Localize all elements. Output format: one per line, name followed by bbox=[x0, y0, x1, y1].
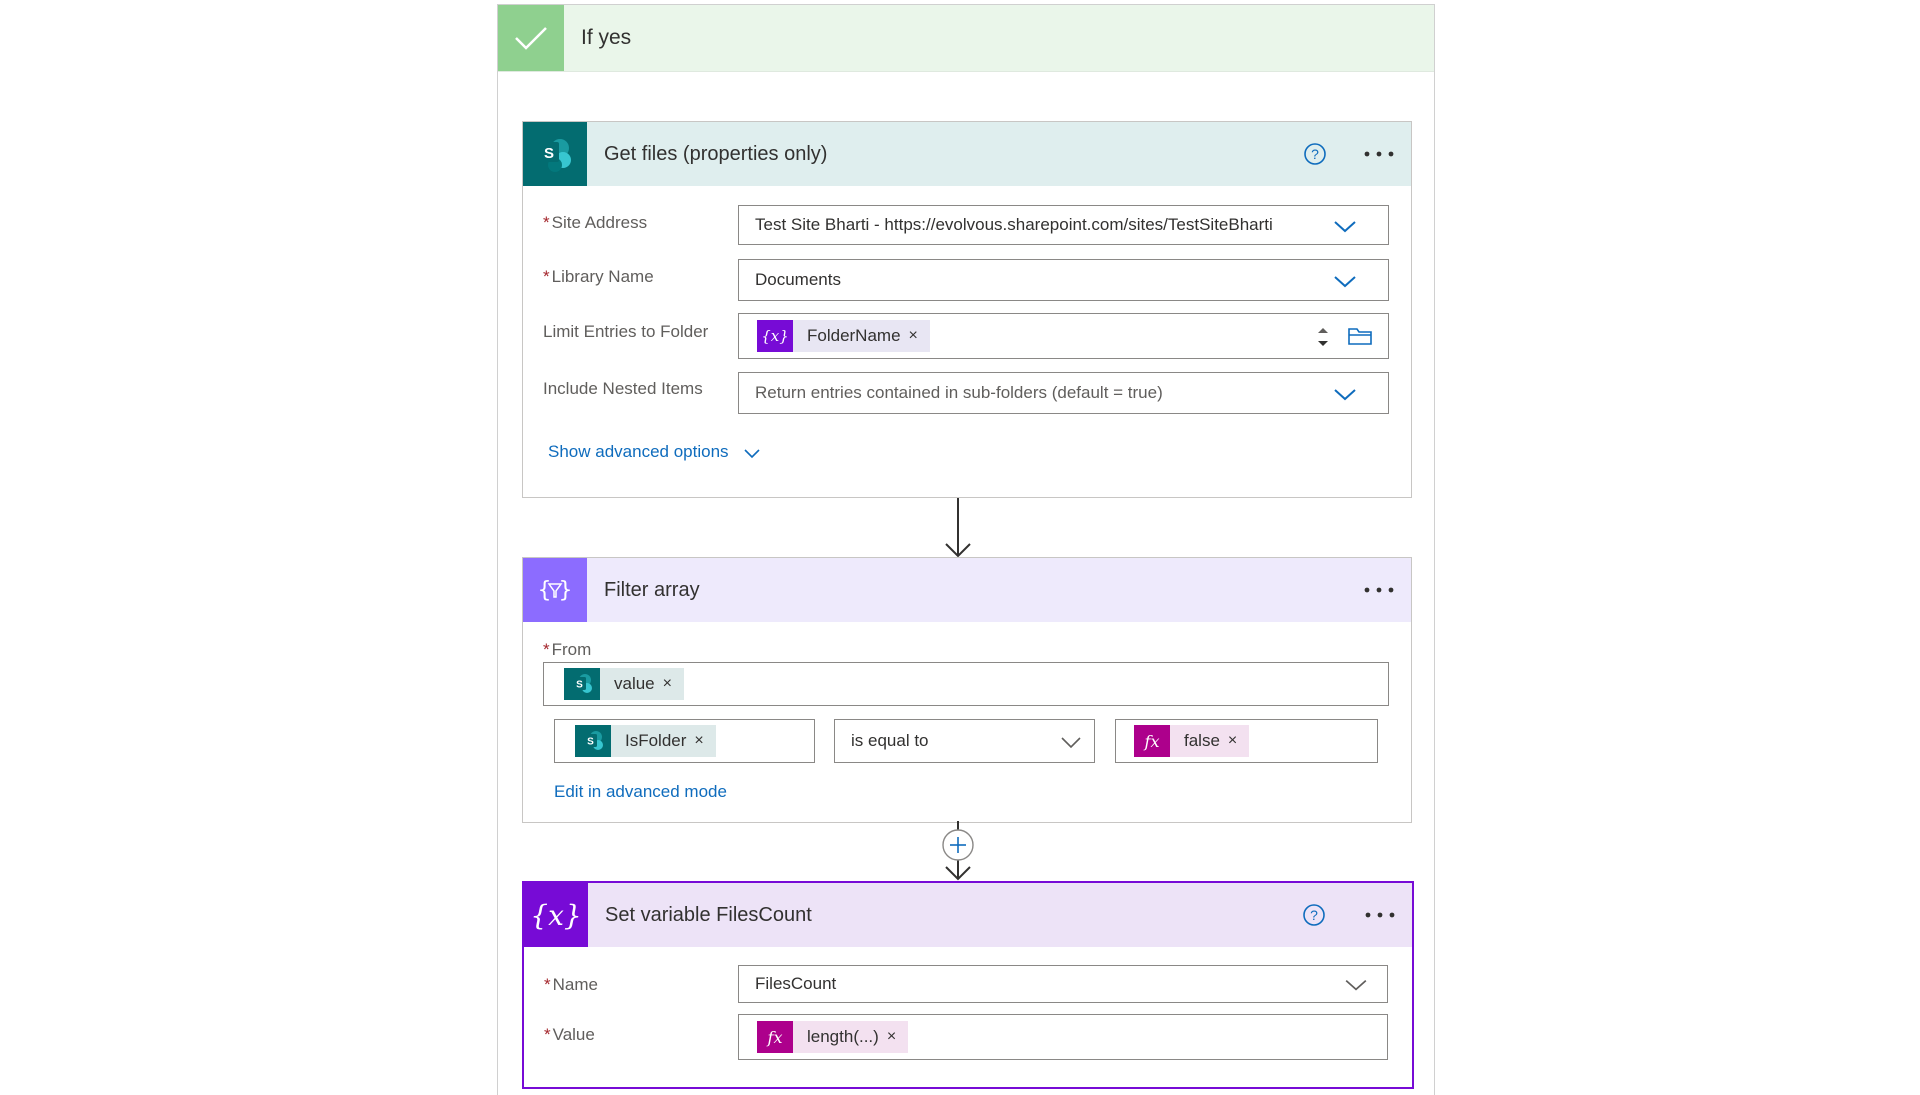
spin-buttons[interactable] bbox=[1314, 322, 1332, 352]
svg-text:{x}: {x} bbox=[532, 899, 580, 932]
variable-name-dropdown[interactable]: FilesCount bbox=[738, 965, 1388, 1003]
nested-items-label: Include Nested Items bbox=[543, 379, 703, 398]
filter-array-header[interactable]: { } Filter array bbox=[523, 558, 1411, 622]
nested-items-dropdown[interactable]: Return entries contained in sub-folders … bbox=[738, 372, 1389, 414]
chevron-down-icon[interactable] bbox=[1344, 975, 1368, 995]
svg-text:?: ? bbox=[1311, 146, 1319, 162]
remove-token-button[interactable]: × bbox=[909, 327, 930, 345]
branch-header[interactable]: If yes bbox=[498, 5, 1434, 72]
chevron-down-icon[interactable] bbox=[1059, 732, 1083, 752]
chevron-down-icon[interactable] bbox=[1333, 271, 1357, 291]
library-name-label: * Library Name bbox=[543, 267, 654, 286]
set-variable-title: Set variable FilesCount bbox=[605, 904, 812, 926]
nested-items-value: Return entries contained in sub-folders … bbox=[755, 383, 1163, 402]
foldername-token[interactable]: {x} FolderName × bbox=[757, 320, 930, 352]
condition-operator-value: is equal to bbox=[851, 731, 929, 750]
variable-name-value: FilesCount bbox=[755, 974, 837, 993]
more-icon bbox=[1365, 912, 1395, 918]
chevron-down-icon[interactable] bbox=[1333, 216, 1357, 236]
more-icon bbox=[1364, 151, 1394, 157]
sharepoint-icon: S bbox=[523, 122, 587, 186]
library-name-dropdown[interactable]: Documents bbox=[738, 259, 1389, 301]
help-icon[interactable]: ? bbox=[1303, 142, 1327, 166]
svg-text:{x}: {x} bbox=[761, 327, 789, 345]
limit-folder-label: Limit Entries to Folder bbox=[543, 322, 709, 341]
get-files-card: S Get files (properties only) ? * Site Ad… bbox=[522, 121, 1412, 498]
filter-array-title: Filter array bbox=[604, 579, 700, 601]
svg-text:S: S bbox=[587, 737, 594, 748]
help-icon[interactable]: ? bbox=[1302, 903, 1326, 927]
false-token[interactable]: fx false × bbox=[1134, 725, 1250, 757]
svg-text:?: ? bbox=[1310, 907, 1318, 923]
arrow-down-icon bbox=[945, 498, 971, 558]
sharepoint-icon: S bbox=[575, 725, 611, 757]
set-variable-header[interactable]: {x} Set variable FilesCount ? bbox=[524, 883, 1412, 947]
edit-advanced-mode-link[interactable]: Edit in advanced mode bbox=[554, 782, 727, 802]
variable-icon: {x} bbox=[757, 320, 793, 352]
condition-left-input[interactable]: S IsFolder × bbox=[554, 719, 815, 763]
site-address-value: Test Site Bharti - https://evolvous.shar… bbox=[755, 215, 1273, 234]
variable-value-input[interactable]: fx length(...) × bbox=[738, 1014, 1388, 1060]
folder-icon[interactable] bbox=[1347, 325, 1373, 347]
show-advanced-options-link[interactable]: Show advanced options bbox=[548, 442, 761, 462]
get-files-header[interactable]: S Get files (properties only) ? bbox=[523, 122, 1411, 186]
length-token[interactable]: fx length(...) × bbox=[757, 1021, 909, 1053]
value-token[interactable]: S value × bbox=[564, 668, 684, 700]
svg-text:fx: fx bbox=[767, 1028, 783, 1047]
fx-icon: fx bbox=[1134, 725, 1170, 757]
isfolder-token-label: IsFolder bbox=[625, 731, 687, 750]
from-input[interactable]: S value × bbox=[543, 662, 1389, 706]
condition-operator-dropdown[interactable]: is equal to bbox=[834, 719, 1095, 763]
remove-token-button[interactable]: × bbox=[694, 732, 715, 750]
check-icon bbox=[498, 5, 564, 71]
more-options-button[interactable] bbox=[1362, 901, 1398, 929]
value-label: * Value bbox=[544, 1025, 595, 1044]
false-token-label: false bbox=[1184, 731, 1220, 750]
filter-icon: { } bbox=[523, 558, 587, 622]
value-token-label: value bbox=[614, 674, 655, 693]
variable-icon: {x} bbox=[524, 883, 588, 947]
svg-text:S: S bbox=[544, 145, 554, 162]
svg-text:S: S bbox=[576, 680, 583, 691]
site-address-dropdown[interactable]: Test Site Bharti - https://evolvous.shar… bbox=[738, 205, 1389, 245]
if-yes-branch: If yes S Get files (properties only) ? *… bbox=[497, 4, 1435, 1095]
more-icon bbox=[1364, 587, 1394, 593]
from-label: * From bbox=[543, 640, 592, 659]
remove-token-button[interactable]: × bbox=[887, 1028, 908, 1046]
more-options-button[interactable] bbox=[1361, 576, 1397, 604]
length-token-label: length(...) bbox=[807, 1027, 879, 1046]
limit-folder-input[interactable]: {x} FolderName × bbox=[738, 313, 1389, 359]
filter-array-card: { } Filter array * From S value × S IsFo… bbox=[522, 557, 1412, 823]
more-options-button[interactable] bbox=[1361, 140, 1397, 168]
name-label: * Name bbox=[544, 975, 598, 994]
svg-text:fx: fx bbox=[1144, 732, 1160, 751]
foldername-token-label: FolderName bbox=[807, 326, 901, 345]
fx-icon: fx bbox=[757, 1021, 793, 1053]
branch-title: If yes bbox=[581, 26, 632, 49]
set-variable-card[interactable]: {x} Set variable FilesCount ? * Name File… bbox=[522, 881, 1414, 1089]
sharepoint-icon: S bbox=[564, 668, 600, 700]
isfolder-token[interactable]: S IsFolder × bbox=[575, 725, 716, 757]
plus-icon[interactable] bbox=[943, 830, 973, 860]
remove-token-button[interactable]: × bbox=[663, 675, 684, 693]
chevron-down-icon[interactable] bbox=[1333, 384, 1357, 404]
remove-token-button[interactable]: × bbox=[1228, 732, 1249, 750]
chevron-down-icon bbox=[744, 448, 760, 458]
library-name-value: Documents bbox=[755, 270, 841, 289]
condition-right-input[interactable]: fx false × bbox=[1115, 719, 1378, 763]
svg-text:{ }: { } bbox=[538, 578, 573, 603]
get-files-title: Get files (properties only) bbox=[604, 143, 828, 165]
site-address-label: * Site Address bbox=[543, 213, 648, 232]
